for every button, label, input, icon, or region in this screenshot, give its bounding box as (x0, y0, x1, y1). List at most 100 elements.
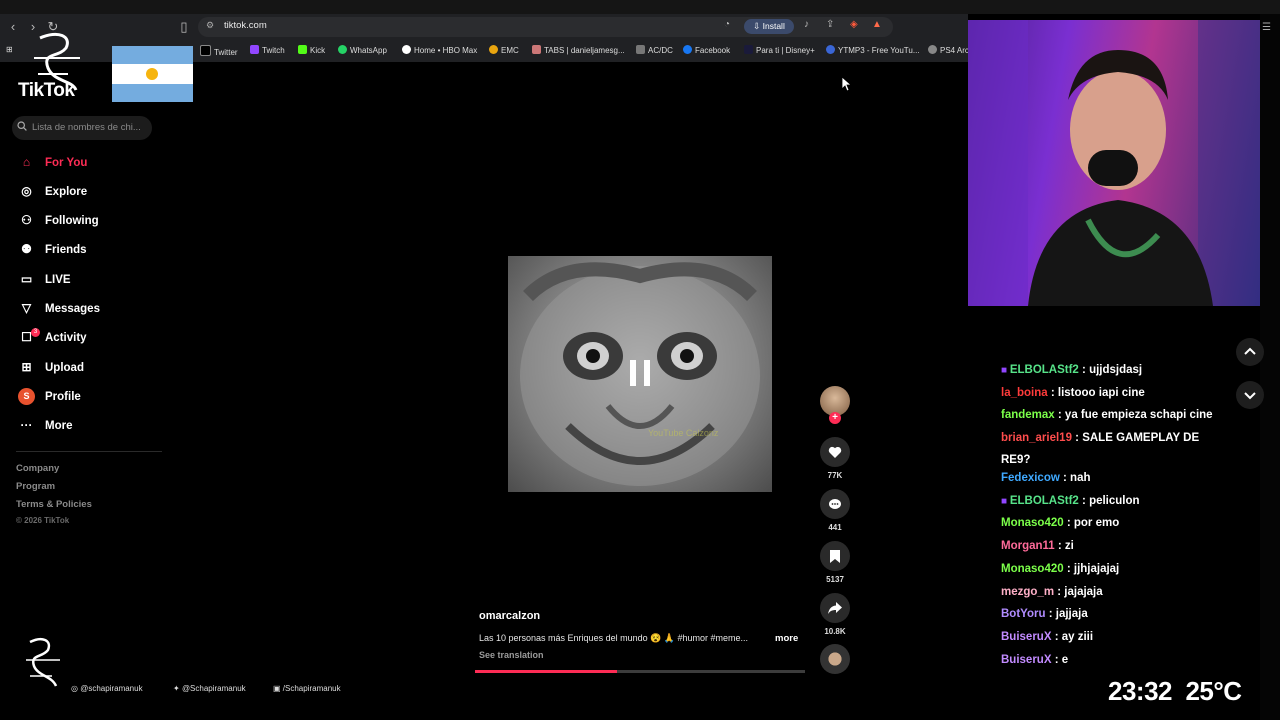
chat-username[interactable]: fandemax (1001, 409, 1055, 421)
bookmark-whatsapp[interactable]: WhatsApp (338, 45, 387, 55)
chat-message: BuiseruX : e (1001, 654, 1069, 666)
chat-message: brian_ariel19 : SALE GAMEPLAY DE RE9? (1001, 432, 1200, 466)
menu-icon[interactable]: ☰ (1262, 22, 1271, 33)
chat-message: ■ ELBOLAStf2 : peliculon (1001, 495, 1140, 507)
bookmark-emc[interactable]: EMC (489, 45, 519, 55)
mouse-cursor-icon (842, 77, 852, 91)
home-icon: ⌂ (22, 155, 31, 170)
pause-icon[interactable] (628, 360, 652, 386)
chat-username[interactable]: Fedexicow (1001, 472, 1060, 484)
caption-more-button[interactable]: more (775, 633, 798, 644)
brave-shield-icon[interactable]: ◈ (850, 19, 858, 30)
share-arrow-icon (828, 602, 842, 614)
music-disc-icon[interactable] (820, 644, 850, 674)
comment-button[interactable]: 441 (820, 489, 850, 532)
bookmark-twitter[interactable]: Twitter (200, 45, 238, 57)
chat-username[interactable]: Monaso420 (1001, 563, 1064, 575)
chat-message: BuiseruX : ay ziii (1001, 631, 1094, 643)
nav-more[interactable]: ··· More (18, 416, 73, 436)
rewards-icon[interactable]: ▲ (872, 19, 882, 30)
video-author[interactable]: omarcalzon (479, 610, 540, 622)
nav-live[interactable]: ▭ LIVE (18, 270, 71, 290)
install-label: Install (762, 21, 785, 31)
bookmark-disney[interactable]: Para ti | Disney+ (744, 45, 815, 55)
streamer-webcam-image (968, 20, 1260, 306)
chat-text: nah (1070, 472, 1091, 484)
apps-icon[interactable]: ⊞ (6, 45, 13, 54)
chat-username[interactable]: ELBOLAStf2 (1010, 364, 1079, 376)
like-button[interactable]: 77K (820, 437, 850, 480)
follow-plus-icon[interactable]: + (829, 412, 841, 424)
chat-username[interactable]: mezgo_m (1001, 586, 1054, 598)
share-count: 10.8K (824, 627, 846, 636)
chat-message: BotYoru : jajjaja (1001, 608, 1088, 620)
nav-label: Following (45, 215, 99, 227)
bookmark-facebook[interactable]: Facebook (683, 45, 730, 55)
chat-username[interactable]: la_boina (1001, 387, 1048, 399)
instagram-handle: ◎ @schapiramanuk (71, 684, 143, 693)
nav-following[interactable]: ⚇ Following (18, 211, 99, 231)
nav-upload[interactable]: ⊞ Upload (18, 358, 84, 378)
scroll-up-button[interactable] (1236, 338, 1264, 366)
chat-message: Monaso420 : por emo (1001, 517, 1120, 529)
nav-label: For You (45, 157, 88, 169)
video-watermark: YouTube Calzonz (648, 428, 719, 438)
page-scrollbar[interactable] (1260, 14, 1280, 720)
twitch-handle: ▣ /Schapiramanuk (273, 684, 341, 693)
chat-text: ay ziii (1061, 631, 1094, 643)
upload-icon: ⊞ (21, 360, 32, 375)
chat-username[interactable]: BuiseruX (1001, 654, 1052, 666)
chat-username[interactable]: Monaso420 (1001, 517, 1064, 529)
share-button[interactable]: 10.8K (820, 593, 850, 636)
sidebar-divider (16, 451, 162, 452)
media-icon[interactable]: ◔ (724, 19, 730, 30)
install-button[interactable]: ⇩ Install (744, 19, 794, 34)
tiktok-logo[interactable]: TikTok (18, 80, 75, 102)
bookmark-tabs[interactable]: TABS | danieljamesg... (532, 45, 625, 55)
bookmark-twitch[interactable]: Twitch (250, 45, 285, 55)
chat-text: jajajaja (1064, 586, 1103, 598)
site-info-icon[interactable]: ⚙ (206, 20, 214, 31)
nav-for-you[interactable]: ⌂ For You (18, 153, 88, 173)
comment-icon (829, 498, 841, 509)
see-translation-link[interactable]: See translation (479, 650, 544, 660)
chat-username[interactable]: BuiseruX (1001, 631, 1052, 643)
twitter-handle: ✦ @Schapiramanuk (173, 684, 246, 693)
chat-username[interactable]: ELBOLAStf2 (1010, 495, 1079, 507)
nav-profile[interactable]: S Profile (18, 387, 81, 407)
chat-text: zi (1064, 540, 1074, 552)
search-input[interactable]: Lista de nombres de chi... (12, 116, 152, 140)
chat-username[interactable]: Morgan11 (1001, 540, 1055, 552)
bookmark-ytmp3[interactable]: YTMP3 - Free YouTu... (826, 45, 920, 55)
bookmark-icon[interactable]: ▯ (176, 19, 192, 35)
bookmark-kick[interactable]: Kick (298, 45, 325, 55)
chat-username[interactable]: brian_ariel19 (1001, 432, 1072, 444)
scroll-down-button[interactable] (1236, 381, 1264, 409)
back-icon[interactable]: ‹ (5, 19, 21, 35)
footer-link-company[interactable]: Company (16, 463, 59, 474)
share-icon[interactable]: ⇪ (826, 19, 834, 30)
nav-label: Explore (45, 186, 88, 198)
nav-activity[interactable]: ☐ Activity (18, 328, 86, 348)
bookmark-acdc[interactable]: AC/DC (636, 45, 673, 55)
video-progress-fill (475, 670, 617, 673)
nav-messages[interactable]: ▽ Messages (18, 299, 100, 319)
chat-username[interactable]: BotYoru (1001, 608, 1046, 620)
footer-link-terms[interactable]: Terms & Policies (16, 499, 92, 510)
music-icon[interactable]: ♪ (804, 19, 809, 30)
url-text: tiktok.com (224, 20, 267, 31)
save-button[interactable]: 5137 (820, 541, 850, 584)
heart-icon (828, 446, 842, 458)
bookmark-ps4[interactable]: PS4 Arc (928, 45, 969, 55)
nav-label: LIVE (45, 274, 71, 286)
nav-friends[interactable]: ⚉ Friends (18, 240, 86, 260)
subscriber-badge-icon: ■ (1001, 496, 1010, 507)
bookmark-hbo[interactable]: Home • HBO Max (402, 45, 477, 55)
nav-label: Messages (45, 303, 100, 315)
footer-link-program[interactable]: Program (16, 481, 55, 492)
argentina-flag-icon (112, 46, 193, 102)
chevron-up-icon (1244, 347, 1256, 355)
nav-explore[interactable]: ◎ Explore (18, 182, 87, 202)
clock-time: 23:32 (1108, 676, 1173, 706)
search-icon (17, 121, 27, 131)
